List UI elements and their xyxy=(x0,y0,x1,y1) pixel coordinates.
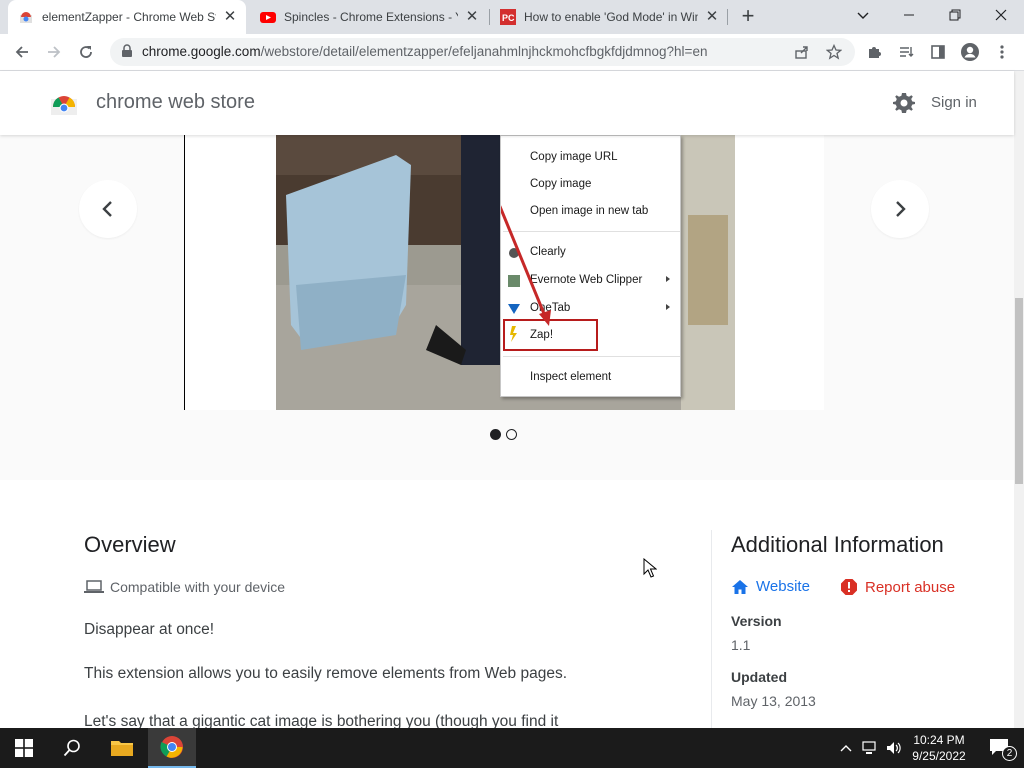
profile-avatar-icon[interactable] xyxy=(958,40,982,64)
clock-date: 9/25/2022 xyxy=(912,749,966,763)
alert-icon xyxy=(841,579,857,595)
screenshot-carousel: Copy image URL Copy image Open image in … xyxy=(0,135,1014,480)
website-link[interactable]: Website xyxy=(731,578,810,595)
page-scrollbar[interactable] xyxy=(1014,71,1024,728)
tab-title: How to enable 'God Mode' in Windows xyxy=(524,10,698,24)
report-abuse-link[interactable]: Report abuse xyxy=(840,578,955,596)
chrome-menu-icon[interactable] xyxy=(990,40,1014,64)
tab-spincles[interactable]: Spincles - Chrome Extensions - YouTube ✕ xyxy=(250,0,488,34)
gear-icon[interactable] xyxy=(892,91,916,115)
carousel-slide: Copy image URL Copy image Open image in … xyxy=(184,135,824,410)
restore-icon[interactable] xyxy=(932,2,978,30)
tab-title: Spincles - Chrome Extensions - YouTube xyxy=(284,10,458,24)
svg-text:PC: PC xyxy=(502,13,515,23)
windows-taskbar: 10:24 PM 9/25/2022 2 xyxy=(0,728,1024,768)
extension-screenshot: Copy image URL Copy image Open image in … xyxy=(276,135,735,410)
start-button[interactable] xyxy=(0,728,48,768)
scrollbar-thumb[interactable] xyxy=(1015,298,1023,484)
tab-god-mode[interactable]: PC How to enable 'God Mode' in Windows ✕ xyxy=(490,0,728,34)
taskbar-search-button[interactable] xyxy=(48,728,96,768)
share-icon[interactable] xyxy=(790,40,814,64)
file-explorer-button[interactable] xyxy=(98,728,146,768)
forward-icon[interactable] xyxy=(42,40,66,64)
side-panel-icon[interactable] xyxy=(926,40,950,64)
report-abuse-label: Report abuse xyxy=(865,578,956,596)
overview-heading: Overview xyxy=(84,532,176,557)
description-line-1: Disappear at once! xyxy=(84,621,215,638)
context-menu: Copy image URL Copy image Open image in … xyxy=(500,135,681,397)
back-icon[interactable] xyxy=(10,40,34,64)
close-tab-icon[interactable]: ✕ xyxy=(464,9,480,25)
clock-time: 10:24 PM xyxy=(913,733,965,747)
pcmag-icon: PC xyxy=(500,9,516,25)
carousel-dots xyxy=(490,429,517,440)
show-hidden-icons[interactable] xyxy=(834,728,858,768)
taskbar-clock[interactable]: 10:24 PM 9/25/2022 xyxy=(908,732,970,764)
search-icon xyxy=(63,739,80,757)
column-divider xyxy=(711,530,712,728)
new-tab-icon[interactable]: + xyxy=(736,5,760,29)
url-host: chrome.google.com xyxy=(142,44,261,59)
description-line-3: Let's say that a gigantic cat image is b… xyxy=(84,713,559,728)
tab-strip: elementZapper - Chrome Web Store ✕ Spinc… xyxy=(0,0,1024,34)
reload-icon[interactable] xyxy=(74,40,98,64)
network-icon[interactable] xyxy=(858,728,882,768)
page-content: Copy image URL Copy image Open image in … xyxy=(0,135,1014,728)
windows-logo-icon xyxy=(15,739,33,757)
extensions-puzzle-icon[interactable] xyxy=(862,40,886,64)
tab-separator xyxy=(727,9,728,25)
menu-decorations xyxy=(501,205,670,351)
chevron-up-icon xyxy=(840,745,852,752)
address-bar[interactable]: chrome.google.com/webstore/detail/elemen… xyxy=(110,38,855,66)
sign-in-link[interactable]: Sign in xyxy=(931,94,977,111)
website-label: Website xyxy=(756,578,810,595)
folder-icon xyxy=(111,741,133,756)
close-window-icon[interactable] xyxy=(978,2,1024,30)
close-tab-icon[interactable]: ✕ xyxy=(222,9,238,25)
tab-title: elementZapper - Chrome Web Store xyxy=(42,10,216,24)
bookmark-star-icon[interactable] xyxy=(822,40,846,64)
chrome-taskbar-button[interactable] xyxy=(148,728,196,768)
carousel-dot-1[interactable] xyxy=(490,429,501,440)
minimize-icon[interactable] xyxy=(886,2,932,30)
mouse-cursor-icon xyxy=(643,558,657,578)
compat-text: Compatible with your device xyxy=(110,579,286,595)
version-value: 1.1 xyxy=(731,637,751,653)
laptop-icon xyxy=(84,580,104,593)
reading-list-icon[interactable] xyxy=(894,40,918,64)
updated-value: May 13, 2013 xyxy=(731,693,816,709)
close-tab-icon[interactable]: ✕ xyxy=(704,9,720,25)
tab-elementzapper[interactable]: elementZapper - Chrome Web Store ✕ xyxy=(8,0,246,34)
volume-icon[interactable] xyxy=(882,728,906,768)
chrome-icon xyxy=(160,736,183,758)
carousel-dot-2[interactable] xyxy=(506,429,517,440)
tab-search-icon[interactable] xyxy=(840,2,886,30)
home-icon xyxy=(732,579,748,594)
browser-toolbar: chrome.google.com/webstore/detail/elemen… xyxy=(0,34,1024,71)
additional-info-heading: Additional Information xyxy=(731,532,944,557)
carousel-prev-button[interactable] xyxy=(79,180,137,238)
compat-row: Compatible with your device xyxy=(84,579,285,595)
url-path: /webstore/detail/elementzapper/efeljanah… xyxy=(260,44,708,59)
notification-count: 2 xyxy=(1002,746,1017,761)
store-name[interactable]: chrome web store xyxy=(96,91,255,114)
carousel-next-button[interactable] xyxy=(871,180,929,238)
version-label: Version xyxy=(731,613,782,629)
lock-icon[interactable] xyxy=(120,44,134,58)
store-header: chrome web store Sign in xyxy=(0,71,1014,135)
chrome-web-store-logo-icon[interactable] xyxy=(50,89,78,117)
description-line-2: This extension allows you to easily remo… xyxy=(84,665,568,682)
chevron-right-icon xyxy=(896,201,906,217)
notifications-button[interactable]: 2 xyxy=(976,728,1024,768)
youtube-icon xyxy=(260,12,276,23)
url-text[interactable]: chrome.google.com/webstore/detail/elemen… xyxy=(142,44,707,59)
chrome-web-store-icon xyxy=(20,12,32,23)
chevron-left-icon xyxy=(102,201,112,217)
updated-label: Updated xyxy=(731,669,787,685)
